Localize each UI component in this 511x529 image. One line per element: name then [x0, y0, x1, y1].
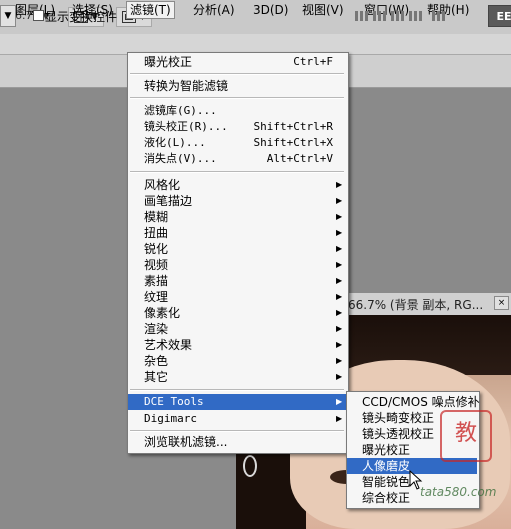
submenu-arrow-icon: ▶: [336, 340, 343, 349]
workspace-essentials-button[interactable]: EE: [488, 5, 511, 27]
menu-item-artistic[interactable]: 艺术效果: [144, 337, 192, 353]
auto-align-icon[interactable]: [432, 10, 446, 22]
menu-item-dce-tools[interactable]: DCE Tools: [144, 394, 204, 410]
menu-separator: [130, 73, 344, 75]
menu-item-last-filter-shortcut: Ctrl+F: [293, 55, 333, 68]
submenu-arrow-icon: ▶: [336, 356, 343, 365]
menu-item-digimarc[interactable]: Digimarc: [144, 411, 197, 427]
submenu-arrow-icon: ▶: [336, 414, 343, 423]
menu-item-sharpen[interactable]: 锐化: [144, 241, 168, 257]
menu-separator: [130, 171, 344, 173]
distribute-spacing-icon[interactable]: [409, 10, 423, 22]
menu-3d[interactable]: 3D(D): [250, 2, 291, 18]
menu-filter[interactable]: 滤镜(T): [126, 1, 175, 19]
watermark-stamp: 教: [440, 410, 492, 462]
menu-item-texture[interactable]: 纹理: [144, 289, 168, 305]
menu-separator: [130, 430, 344, 432]
menu-item-vanishing-point[interactable]: 消失点(V)...: [144, 151, 217, 167]
show-transform-controls-label: 显示变换控件: [45, 10, 118, 24]
menu-item-brush-strokes[interactable]: 画笔描边: [144, 193, 192, 209]
menu-separator: [130, 389, 344, 391]
menu-item-convert-smart-filters[interactable]: 转换为智能滤镜: [144, 78, 228, 94]
distribute-hcenter-icon[interactable]: [373, 10, 387, 22]
menu-item-stylize[interactable]: 风格化: [144, 177, 180, 193]
menu-item-liquify[interactable]: 液化(L)...: [144, 135, 206, 151]
menu-item-liquify-shortcut: Shift+Ctrl+X: [253, 136, 333, 149]
menu-analysis[interactable]: 分析(A): [190, 2, 238, 18]
submenu-arrow-icon: ▶: [336, 260, 343, 269]
distribute-left-icon[interactable]: [355, 10, 369, 22]
watermark-text: tata580.com: [420, 485, 497, 499]
document-close-button[interactable]: ×: [494, 296, 509, 310]
submenu-arrow-icon: ▶: [336, 292, 343, 301]
submenu-arrow-icon: ▶: [336, 372, 343, 381]
menu-item-video[interactable]: 视频: [144, 257, 168, 273]
tool-preset-dropdown[interactable]: ▼: [0, 5, 16, 27]
submenu-arrow-icon: ▶: [336, 244, 343, 253]
menu-item-lens-correction[interactable]: 镜头校正(R)...: [144, 119, 228, 135]
menu-item-pixelate[interactable]: 像素化: [144, 305, 180, 321]
submenu-arrow-icon: ▶: [336, 324, 343, 333]
document-tab-title[interactable]: 66.7% (背景 副本, RG...: [348, 296, 483, 313]
submenu-arrow-icon: ▶: [336, 228, 343, 237]
submenu-item-lens-perspective-correction[interactable]: 镜头透视校正: [362, 426, 434, 442]
show-transform-controls-checkbox[interactable]: [33, 10, 44, 21]
submenu-item-portrait-smoothing[interactable]: 人像磨皮: [362, 458, 410, 474]
submenu-item-smart-sharpen-color[interactable]: 智能锐色: [362, 474, 410, 490]
menu-item-sketch[interactable]: 素描: [144, 273, 168, 289]
menu-item-other[interactable]: 其它: [144, 369, 168, 385]
menu-separator: [130, 97, 344, 99]
submenu-arrow-icon: ▶: [336, 180, 343, 189]
menu-view[interactable]: 视图(V): [299, 2, 347, 18]
menu-item-vanishing-point-shortcut: Alt+Ctrl+V: [266, 152, 333, 165]
menu-item-filter-gallery[interactable]: 滤镜库(G)...: [144, 103, 217, 119]
menu-item-browse-online-filters[interactable]: 浏览联机滤镜...: [144, 434, 227, 450]
mouse-pointer-icon: [409, 470, 423, 490]
menu-item-lens-correction-shortcut: Shift+Ctrl+R: [253, 120, 333, 133]
menu-item-last-filter[interactable]: 曝光校正: [144, 54, 192, 70]
submenu-arrow-icon: ▶: [336, 308, 343, 317]
menu-item-noise[interactable]: 杂色: [144, 353, 168, 369]
submenu-item-ccd-cmos-noise-repair[interactable]: CCD/CMOS 噪点修补: [362, 394, 480, 410]
submenu-arrow-icon: ▶: [336, 212, 343, 221]
submenu-item-exposure-correction[interactable]: 曝光校正: [362, 442, 410, 458]
submenu-arrow-icon: ▶: [336, 397, 343, 406]
menu-item-blur[interactable]: 模糊: [144, 209, 168, 225]
distribute-right-icon[interactable]: [391, 10, 405, 22]
menu-item-distort[interactable]: 扭曲: [144, 225, 168, 241]
submenu-arrow-icon: ▶: [336, 276, 343, 285]
menu-item-render[interactable]: 渲染: [144, 321, 168, 337]
submenu-item-lens-distortion-correction[interactable]: 镜头畸变校正: [362, 410, 434, 426]
submenu-item-comprehensive-correction[interactable]: 综合校正: [362, 490, 410, 506]
image-earring: [243, 455, 257, 477]
submenu-arrow-icon: ▶: [336, 196, 343, 205]
